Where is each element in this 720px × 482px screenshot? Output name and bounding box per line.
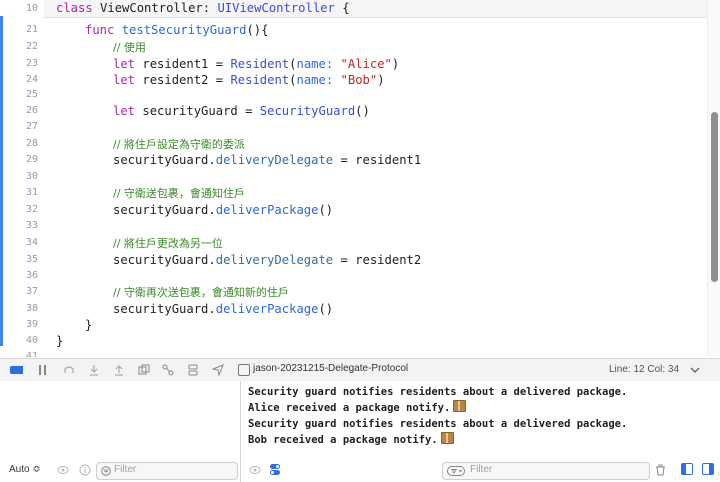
comment-line: // 守衛再次送包裹，會通知新的住戶 xyxy=(113,286,289,299)
step-into-button[interactable] xyxy=(88,362,100,378)
debug-area-toggle-icon xyxy=(10,366,23,374)
line-number: 24 xyxy=(25,74,38,85)
step-out-button[interactable] xyxy=(113,362,125,378)
console-filter-field[interactable]: Filter xyxy=(442,462,650,480)
package-emoji-icon xyxy=(453,400,467,412)
debug-bar: jason-20231215-Delegate-Protocol Line: 1… xyxy=(0,358,720,382)
line-number: 41 xyxy=(25,351,38,357)
console-line: Bob received a package notify. xyxy=(248,432,454,448)
line-number: 31 xyxy=(25,187,38,198)
environment-overrides-button[interactable] xyxy=(187,362,199,378)
app-scheme-icon xyxy=(238,364,250,376)
package-emoji-icon xyxy=(440,432,454,444)
eye-icon[interactable] xyxy=(57,465,69,475)
hide-debug-area-button[interactable] xyxy=(10,362,24,378)
graph-icon xyxy=(162,364,174,376)
line-number: 28 xyxy=(25,138,38,149)
memory-graph-button[interactable] xyxy=(162,362,174,378)
variables-filter-field[interactable]: Filter xyxy=(96,462,238,480)
code-line-set-delegate-2: securityGuard.deliveryDelegate = residen… xyxy=(113,253,422,267)
eye-icon[interactable] xyxy=(249,465,261,475)
line-number: 30 xyxy=(25,171,38,182)
step-into-icon xyxy=(90,365,98,376)
comment-line: // 將住戶更改為另一位 xyxy=(113,237,223,250)
line-number: 29 xyxy=(25,154,38,165)
code-line-deliver-2: securityGuard.deliverPackage() xyxy=(113,302,334,316)
code-line-func: func testSecurityGuard(){ xyxy=(85,23,269,37)
editor-scrollbar[interactable] xyxy=(707,0,720,357)
code-line-security-guard: let securityGuard = SecurityGuard() xyxy=(113,104,370,118)
code-line-deliver-1: securityGuard.deliverPackage() xyxy=(113,203,334,217)
code-line-class-header: class ViewController: UIViewController { xyxy=(56,1,350,15)
comment-line: // 守衛送包裹，會通知住戶 xyxy=(113,187,245,200)
variables-scope-select[interactable]: Auto ≎ xyxy=(9,464,41,475)
line-number: 39 xyxy=(25,319,38,330)
line-number: 38 xyxy=(25,303,38,314)
line-number: 33 xyxy=(25,220,38,231)
chevron-down-icon xyxy=(690,367,700,373)
variables-filter-bar: Auto ≎ Filter xyxy=(0,459,240,482)
line-number: 27 xyxy=(25,121,38,132)
code-line-set-delegate-1: securityGuard.deliveryDelegate = residen… xyxy=(113,153,422,167)
line-number: 35 xyxy=(25,254,38,265)
show-variables-view-icon[interactable] xyxy=(681,463,693,475)
view-hierarchy-button[interactable] xyxy=(138,362,150,378)
code-line-resident2: let resident2 = Resident(name: "Bob") xyxy=(113,73,385,87)
simulate-location-button[interactable] xyxy=(212,362,224,378)
line-number: 40 xyxy=(25,335,38,346)
editor-scroll-thumb[interactable] xyxy=(711,112,718,282)
info-icon[interactable] xyxy=(79,464,91,476)
step-over-icon xyxy=(64,366,74,373)
pause-button[interactable] xyxy=(38,362,48,378)
filter-menu-icon[interactable] xyxy=(447,466,465,476)
trash-icon[interactable] xyxy=(655,464,666,476)
line-number: 32 xyxy=(25,204,38,215)
source-change-bar xyxy=(0,16,3,346)
scheme-name[interactable]: jason-20231215-Delegate-Protocol xyxy=(253,363,408,374)
scroll-down-icon[interactable] xyxy=(690,362,700,378)
console-line: Security guard notifies residents about … xyxy=(248,386,628,398)
code-line-close-class: } xyxy=(56,334,64,348)
step-out-icon xyxy=(115,365,123,376)
show-console-view-icon[interactable] xyxy=(702,463,714,475)
code-line-close-func: } xyxy=(85,318,93,332)
line-number: 37 xyxy=(25,286,38,297)
console-toggle-icon[interactable] xyxy=(269,463,281,476)
pause-icon xyxy=(39,365,46,375)
code-editor[interactable]: 21 22 23 24 25 26 27 28 29 30 31 32 33 34 35 36 37 38 39 40… xyxy=(0,0,720,357)
comment-line: // 將住戶設定為守衛的委派 xyxy=(113,138,245,151)
line-number: 22 xyxy=(25,41,38,52)
code-line-resident1: let resident1 = Resident(name: "Alice") xyxy=(113,57,400,71)
layers-icon xyxy=(138,364,150,375)
line-number: 36 xyxy=(25,270,38,281)
line-number: 21 xyxy=(25,24,38,35)
line-number: 10 xyxy=(25,3,38,14)
sliders-icon xyxy=(188,364,198,376)
console-filter-bar: Filter xyxy=(241,459,720,482)
line-number: 26 xyxy=(25,105,38,116)
line-number: 25 xyxy=(25,89,38,100)
console-line: Security guard notifies residents about … xyxy=(248,418,628,430)
console-line: Alice received a package notify. xyxy=(248,400,467,416)
location-arrow-icon xyxy=(212,364,224,376)
step-over-button[interactable] xyxy=(63,362,75,378)
comment-line: // 使用 xyxy=(113,41,146,54)
cursor-position: Line: 12 Col: 34 xyxy=(609,364,680,375)
line-number: 34 xyxy=(25,237,38,248)
filter-icon xyxy=(101,466,111,476)
line-number: 23 xyxy=(25,58,38,69)
line-number-gutter: 21 22 23 24 25 26 27 28 29 30 31 32 33 34 35 36 37 38 39 40… xyxy=(0,0,44,357)
